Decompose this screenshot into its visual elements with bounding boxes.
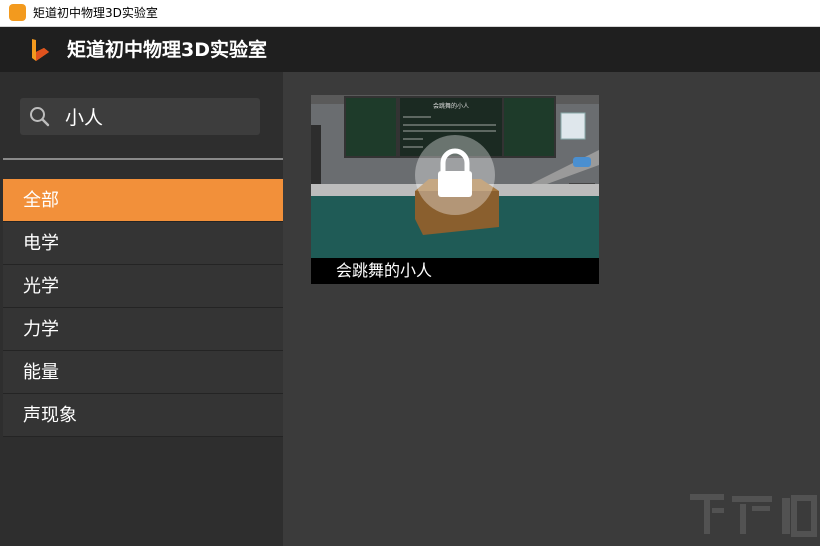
category-optics[interactable]: 光学 <box>3 265 283 308</box>
search-input[interactable] <box>65 102 250 131</box>
logo-icon <box>32 39 49 61</box>
watermark-logo <box>690 494 817 537</box>
divider <box>3 158 283 160</box>
sidebar: 全部 电学 光学 力学 能量 声现象 <box>0 72 283 546</box>
main-content: 会跳舞的小人 会跳舞的小人 <box>283 72 820 546</box>
app-title: 矩道初中物理3D实验室 <box>67 39 267 61</box>
search-box[interactable] <box>20 98 260 135</box>
search-icon <box>30 107 50 127</box>
board-title: 会跳舞的小人 <box>433 102 469 110</box>
category-all[interactable]: 全部 <box>3 179 283 222</box>
category-electricity[interactable]: 电学 <box>3 222 283 265</box>
window-title: 矩道初中物理3D实验室 <box>33 6 158 20</box>
app-header: 矩道初中物理3D实验室 <box>0 27 820 72</box>
category-list: 全部 电学 光学 力学 能量 声现象 <box>3 179 283 437</box>
window-titlebar: 矩道初中物理3D实验室 <box>0 0 820 27</box>
category-energy[interactable]: 能量 <box>3 351 283 394</box>
experiment-title: 会跳舞的小人 <box>311 258 599 284</box>
app-icon <box>9 4 26 21</box>
category-sound[interactable]: 声现象 <box>3 394 283 437</box>
experiment-card[interactable]: 会跳舞的小人 会跳舞的小人 <box>311 95 599 284</box>
lock-icon <box>415 135 495 215</box>
category-mechanics[interactable]: 力学 <box>3 308 283 351</box>
